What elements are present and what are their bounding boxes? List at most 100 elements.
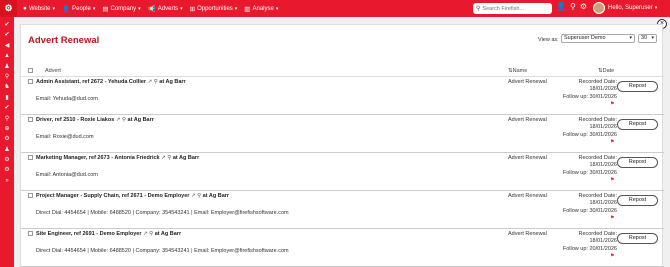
search-icon: ⚲ xyxy=(476,6,481,12)
row-checkbox[interactable] xyxy=(28,193,33,198)
recorded-value: 18/01/2026 xyxy=(589,162,617,168)
row-checkbox[interactable] xyxy=(28,231,33,236)
flag-icon[interactable]: ⚑ xyxy=(610,177,614,183)
row-checkbox[interactable] xyxy=(28,117,33,122)
repost-button[interactable]: Repost xyxy=(617,119,658,130)
flag-icon[interactable]: ⚑ xyxy=(610,139,614,145)
contact-name[interactable]: Roxie Liakos xyxy=(80,117,114,123)
repost-button[interactable]: Repost xyxy=(617,157,658,168)
recorded-date: Recorded Date: 18/01/2026 xyxy=(561,79,617,93)
external-link-icon[interactable]: ↗ xyxy=(116,117,121,123)
flag-icon[interactable]: ⚑ xyxy=(610,101,614,107)
column-advert[interactable]: Advert xyxy=(45,68,61,74)
follow-label: Follow up: xyxy=(562,94,588,100)
nav-website[interactable]: ● Website ▾ xyxy=(23,5,55,12)
check-icon[interactable]: ✔ xyxy=(4,30,9,40)
search-box[interactable]: ⚲ xyxy=(473,3,552,14)
advert-title[interactable]: Marketing Manager, ref 2673 - xyxy=(36,155,113,161)
person-icon[interactable]: ♟ xyxy=(4,62,9,72)
nav-people[interactable]: 👤 People ▾ xyxy=(62,5,95,13)
table-row: Marketing Manager, ref 2673 - Antonia Fr… xyxy=(21,153,664,191)
nav-company[interactable]: ▤ Company ▾ xyxy=(102,5,140,13)
follow-value: 30/01/2026 xyxy=(589,94,617,100)
contact-name[interactable]: Antonia Friedrick xyxy=(114,155,159,161)
external-link-icon[interactable]: ↗ xyxy=(148,79,153,85)
follow-up-date: Follow up: 30/01/2026 xyxy=(561,170,617,176)
top-navbar: ⚙ ● Website ▾ 👤 People ▾ ▤ Company ▾ 📢 Adverts ▾… xyxy=(0,0,670,17)
gear-icon[interactable]: ⚙ xyxy=(4,134,9,144)
contact-name[interactable]: Demo Employer xyxy=(100,231,142,237)
person-icon[interactable]: ♟ xyxy=(4,145,9,155)
follow-up-date: Follow up: 30/01/2026 xyxy=(561,132,617,138)
chart-icon[interactable]: ▮ xyxy=(5,93,8,103)
nav-label: Adverts xyxy=(157,5,179,12)
row-checkbox[interactable] xyxy=(28,79,33,84)
person-icon[interactable]: ♞ xyxy=(4,82,9,92)
add-person-icon[interactable]: 👤 xyxy=(556,2,566,11)
row-title: Site Engineer, ref 2691 - Demo Employer … xyxy=(36,231,181,237)
advert-title[interactable]: Project Manager - Supply Chain, ref 2671… xyxy=(36,193,146,199)
company-name[interactable]: at Ag Barr xyxy=(128,117,154,123)
avatar xyxy=(593,2,605,14)
user-greeting: Hello, Superuser xyxy=(608,5,653,11)
contact-name[interactable]: Yehuda Collier xyxy=(108,79,146,85)
company-name[interactable]: at Ag Barr xyxy=(203,193,229,199)
chevron-down-icon: ▾ xyxy=(651,35,654,41)
contact-name[interactable]: Demo Employer xyxy=(148,193,190,199)
nav-adverts[interactable]: 📢 Adverts ▾ xyxy=(148,5,183,13)
nav-analyse[interactable]: ▥ Analyse ▾ xyxy=(244,5,278,13)
row-type: Advert Renewal xyxy=(508,231,547,237)
external-link-icon[interactable]: ↗ xyxy=(161,155,166,161)
row-type: Advert Renewal xyxy=(508,193,547,199)
recorded-date: Recorded Date: 18/01/2026 xyxy=(561,231,617,245)
repost-button[interactable]: Repost xyxy=(617,233,658,244)
repost-button[interactable]: Repost xyxy=(617,81,658,92)
advert-title[interactable]: Driver, ref 2510 - xyxy=(36,117,79,123)
expand-icon[interactable]: » xyxy=(5,176,8,186)
check-icon[interactable]: ✔ xyxy=(4,103,9,113)
warning-icon[interactable]: ▲ xyxy=(4,51,10,61)
chevron-down-icon: ▾ xyxy=(92,5,96,12)
select-all-checkbox[interactable] xyxy=(28,68,33,73)
megaphone-icon[interactable]: ◀ xyxy=(5,41,10,51)
repost-button[interactable]: Repost xyxy=(617,195,658,206)
page-title: Advert Renewal xyxy=(28,35,100,46)
location-icon: ⚲ xyxy=(153,79,158,85)
company-name[interactable]: at Ag Barr xyxy=(159,79,185,85)
settings-icon[interactable]: ⚙ xyxy=(580,2,587,11)
nav-label: People xyxy=(72,5,91,12)
flag-icon[interactable]: ⚑ xyxy=(610,215,614,221)
company-name[interactable]: at Ag Barr xyxy=(173,155,199,161)
chart-icon: ▥ xyxy=(244,5,251,13)
column-name[interactable]: ⇅Name xyxy=(508,68,527,74)
advert-title[interactable]: Site Engineer, ref 2691 - xyxy=(36,231,98,237)
check-icon[interactable]: ✔ xyxy=(4,20,9,30)
main-nav: ● Website ▾ 👤 People ▾ ▤ Company ▾ 📢 Adverts ▾ ⊞… xyxy=(23,5,285,13)
search-input[interactable] xyxy=(482,5,551,12)
location-icon[interactable]: ⚲ xyxy=(570,2,576,11)
gear-icon[interactable]: ⚙ xyxy=(4,165,9,175)
recorded-label: Recorded Date: xyxy=(578,117,617,123)
column-name-label: Name xyxy=(512,68,528,74)
user-menu[interactable]: Hello, Superuser ▾ xyxy=(593,2,657,14)
page-size-select[interactable]: 30 ▾ xyxy=(638,34,657,43)
view-as-label: View as: xyxy=(538,37,559,43)
gear-icon[interactable]: ⚙ xyxy=(4,155,9,165)
row-type: Advert Renewal xyxy=(508,117,547,123)
external-link-icon[interactable]: ↗ xyxy=(143,231,148,237)
search-icon[interactable]: ⚲ xyxy=(5,114,9,124)
row-title: Driver, ref 2510 - Roxie Liakos ↗ ⚲ at A… xyxy=(36,117,154,123)
row-checkbox[interactable] xyxy=(28,155,33,160)
flag-icon[interactable]: ⚑ xyxy=(610,253,614,259)
view-as-select[interactable]: Superuser Demo ▾ xyxy=(561,34,635,43)
search-icon[interactable]: ⚲ xyxy=(5,72,9,82)
nav-opportunities[interactable]: ⊞ Opportunities ▾ xyxy=(190,5,238,13)
logo-icon[interactable]: ⚙ xyxy=(0,0,17,17)
column-date[interactable]: ⇅Date xyxy=(598,68,614,74)
company-name[interactable]: at Ag Barr xyxy=(155,231,181,237)
external-link-icon[interactable]: ↗ xyxy=(191,193,196,199)
recorded-label: Recorded Date: xyxy=(578,79,617,85)
plus-icon[interactable]: ⊕ xyxy=(4,124,9,134)
advert-title[interactable]: Admin Assistant, ref 2672 - xyxy=(36,79,106,85)
megaphone-icon: 📢 xyxy=(147,5,156,13)
